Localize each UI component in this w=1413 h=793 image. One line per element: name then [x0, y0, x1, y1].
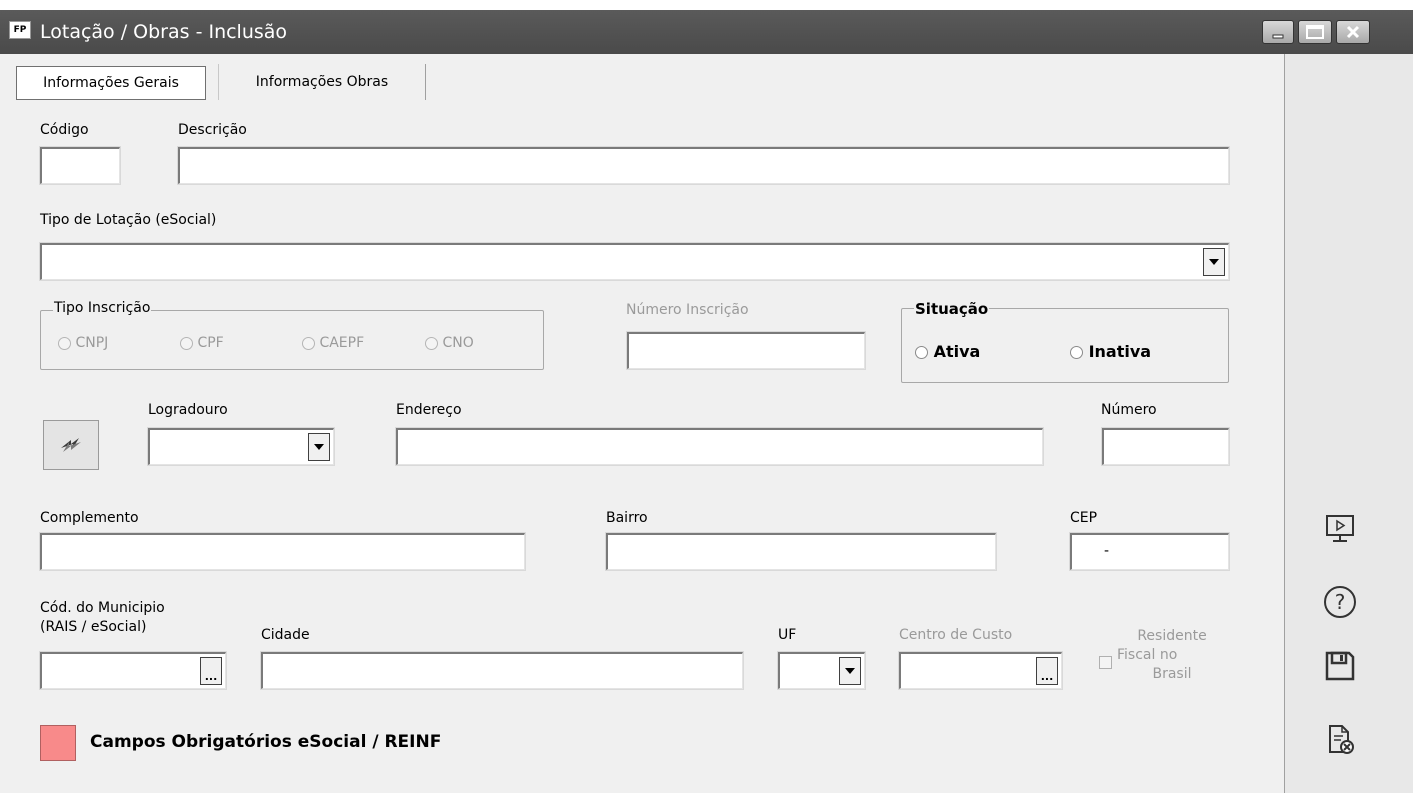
residente-fiscal-label: Residente Fiscal no Brasil	[1117, 628, 1207, 682]
window-title: Lotação / Obras - Inclusão	[40, 21, 288, 43]
radio-ativa[interactable]: Ativa	[915, 342, 980, 361]
radio-circle-icon	[180, 336, 193, 350]
cancel-document-icon	[1329, 725, 1354, 754]
save-icon	[1325, 651, 1355, 681]
tab-informacoes-gerais[interactable]: Informações Gerais	[16, 66, 206, 100]
help-button[interactable]: ?	[1318, 582, 1362, 622]
centro-custo-input[interactable]: ...	[898, 651, 1063, 690]
logradouro-dropdown-button[interactable]	[308, 433, 330, 461]
minimize-button[interactable]	[1262, 20, 1294, 44]
radio-cno[interactable]: CNO	[425, 335, 474, 351]
radio-caepf[interactable]: CAEPF	[302, 335, 364, 351]
numero-label: Número	[1101, 402, 1157, 418]
top-strip	[0, 0, 1413, 10]
radio-circle-icon	[915, 346, 928, 359]
radio-circle-icon	[58, 336, 71, 350]
logradouro-label: Logradouro	[148, 402, 228, 418]
tipo-lotacao-select[interactable]	[39, 242, 1230, 281]
tipo-lotacao-dropdown-button[interactable]	[1203, 248, 1225, 276]
svg-text:?: ?	[1335, 590, 1346, 614]
complemento-input[interactable]	[39, 532, 526, 571]
preview-button[interactable]	[1318, 508, 1362, 548]
numero-input[interactable]	[1101, 427, 1230, 466]
uf-dropdown-button[interactable]	[839, 657, 861, 685]
endereco-input[interactable]	[395, 427, 1044, 466]
logradouro-select[interactable]	[147, 427, 335, 466]
cep-input[interactable]: -	[1069, 532, 1230, 571]
cod-municipio-label: Cód. do Municipio	[40, 600, 165, 616]
centro-custo-label: Centro de Custo	[899, 627, 1013, 643]
radio-inativa[interactable]: Inativa	[1070, 342, 1151, 361]
tipo-lotacao-label: Tipo de Lotação (eSocial)	[40, 212, 217, 228]
close-button[interactable]	[1336, 20, 1370, 44]
cidade-input[interactable]	[260, 651, 744, 690]
app-icon: FP	[9, 21, 31, 39]
chevron-down-icon	[845, 668, 855, 674]
tab-informacoes-obras[interactable]: Informações Obras	[218, 64, 426, 100]
cep-label: CEP	[1070, 510, 1098, 526]
numero-inscricao-input[interactable]	[626, 331, 866, 370]
cod-municipio-lookup-button[interactable]: ...	[200, 657, 222, 685]
chevron-down-icon	[314, 444, 324, 450]
tipo-inscricao-legend: Tipo Inscrição	[53, 300, 152, 316]
numero-inscricao-label: Número Inscrição	[626, 302, 749, 318]
cod-municipio-input[interactable]: ...	[39, 651, 227, 690]
centro-custo-lookup-button[interactable]: ...	[1036, 657, 1058, 685]
maximize-button[interactable]	[1298, 20, 1332, 44]
cod-municipio-label-line2: (RAIS / eSocial)	[40, 619, 147, 635]
cancel-button[interactable]	[1318, 720, 1362, 760]
save-button[interactable]	[1318, 646, 1362, 686]
residente-fiscal-checkbox[interactable]	[1099, 656, 1112, 669]
descricao-input[interactable]	[177, 146, 1230, 185]
uf-label: UF	[778, 627, 797, 643]
help-icon: ?	[1324, 586, 1356, 618]
radio-circle-icon	[1070, 346, 1083, 359]
descricao-label: Descrição	[178, 122, 247, 138]
swap-address-button[interactable]	[43, 420, 99, 470]
bairro-input[interactable]	[605, 532, 997, 571]
cidade-label: Cidade	[261, 627, 310, 643]
endereco-label: Endereço	[396, 402, 462, 418]
close-icon	[1346, 25, 1360, 39]
radio-cnpj[interactable]: CNPJ	[58, 335, 108, 351]
bairro-label: Bairro	[606, 510, 648, 526]
codigo-input[interactable]	[39, 146, 121, 185]
swap-arrows-icon	[61, 438, 81, 452]
radio-cpf[interactable]: CPF	[180, 335, 224, 351]
required-fields-color-swatch	[40, 725, 76, 761]
codigo-label: Código	[40, 122, 89, 138]
situacao-legend: Situação	[914, 300, 990, 318]
monitor-play-icon	[1326, 515, 1354, 542]
radio-circle-icon	[425, 336, 438, 350]
title-bar: FP Lotação / Obras - Inclusão	[0, 10, 1413, 54]
chevron-down-icon	[1209, 259, 1219, 265]
radio-circle-icon	[302, 336, 315, 350]
complemento-label: Complemento	[40, 510, 139, 526]
required-fields-legend: Campos Obrigatórios eSocial / REINF	[90, 732, 442, 752]
uf-select[interactable]	[777, 651, 866, 690]
maximize-icon	[1306, 25, 1324, 39]
minimize-icon	[1272, 34, 1284, 39]
